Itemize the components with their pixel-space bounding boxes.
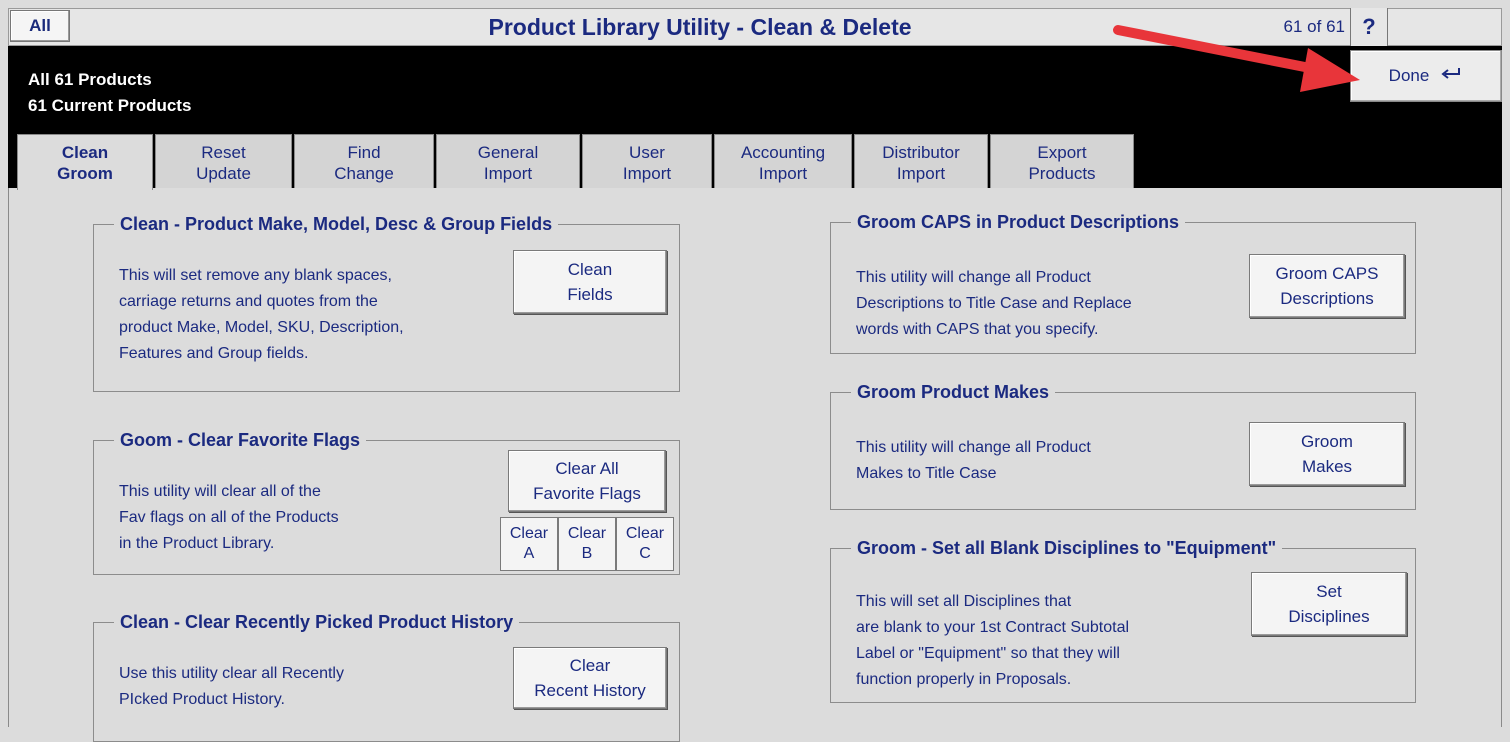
group-set-disciplines-title: Groom - Set all Blank Disciplines to "Eq… [857,538,1277,558]
all-button[interactable]: All [10,10,70,42]
tab-clean-groom[interactable]: Clean Groom [17,134,153,190]
products-count-line: All 61 Products [28,70,152,89]
groom-makes-button[interactable]: Groom Makes [1249,422,1405,486]
recent-history-description: Use this utility clear all Recently PIck… [119,665,344,708]
tab-export-products[interactable]: Export Products [990,134,1134,188]
set-disciplines-description: This will set all Disciplines that are b… [856,593,1130,688]
return-arrow-icon [1439,65,1463,88]
window-title: Product Library Utility - Clean & Delete [488,13,912,40]
group-groom-caps-title: Groom CAPS in Product Descriptions [857,212,1180,232]
tab-distributor-import[interactable]: Distributor Import [854,134,988,188]
clear-recent-history-button[interactable]: Clear Recent History [513,647,667,709]
set-disciplines-button[interactable]: Set Disciplines [1251,572,1407,636]
clear-a-button[interactable]: Clear A [500,517,558,571]
clean-fields-description: This will set remove any blank spaces, c… [119,267,404,362]
current-products-line: 61 Current Products [28,96,192,115]
done-button[interactable]: Done [1350,50,1502,102]
clear-b-button[interactable]: Clear B [558,517,616,571]
tab-find-change[interactable]: Find Change [294,134,434,188]
tab-reset-update[interactable]: Reset Update [155,134,292,188]
clear-c-button[interactable]: Clear C [616,517,674,571]
tab-accounting-import[interactable]: Accounting Import [714,134,852,188]
group-recent-history-title: Clean - Clear Recently Picked Product Hi… [120,612,514,632]
groom-makes-description: This utility will change all Product Mak… [856,439,1091,482]
done-label: Done [1388,66,1430,85]
favorite-flags-description: This utility will clear all of the Fav f… [119,483,339,552]
clear-all-favorite-flags-button[interactable]: Clear All Favorite Flags [508,450,666,512]
clean-fields-button[interactable]: Clean Fields [513,250,667,314]
group-favorite-flags-title: Goom - Clear Favorite Flags [120,430,361,450]
tab-user-import[interactable]: User Import [582,134,712,188]
tab-general-import[interactable]: General Import [436,134,580,188]
groom-caps-descriptions-button[interactable]: Groom CAPS Descriptions [1249,254,1405,318]
red-arrow-annotation [1113,25,1360,92]
group-groom-makes-title: Groom Product Makes [857,382,1050,402]
group-clean-fields-title: Clean - Product Make, Model, Desc & Grou… [120,214,553,234]
groom-caps-description: This utility will change all Product Des… [856,269,1132,338]
